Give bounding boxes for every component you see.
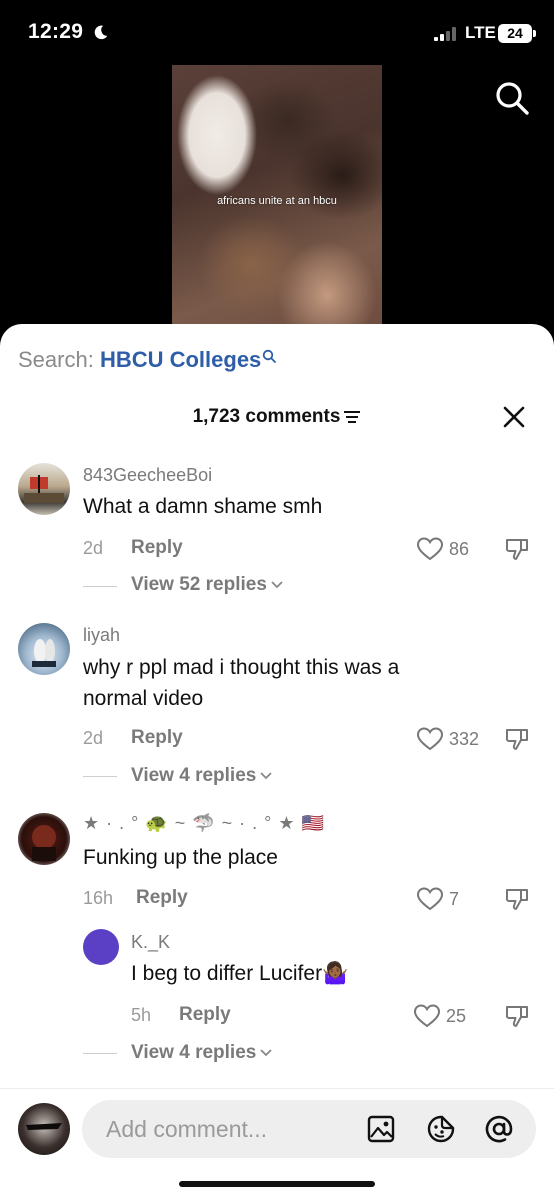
reply-button[interactable]: Reply: [131, 537, 183, 559]
heart-icon[interactable]: [417, 537, 443, 561]
reply-avatar[interactable]: [83, 929, 119, 965]
divider: [0, 1088, 554, 1089]
heart-icon[interactable]: [417, 727, 443, 751]
dislike-icon[interactable]: [504, 536, 530, 562]
reply-age: 5h: [131, 1005, 152, 1025]
status-bar: 12:29 LTE 24: [0, 0, 554, 64]
video-caption: africans unite at an hbcu: [217, 195, 337, 207]
comment-text-line-1: why r ppl mad i thought this was a: [83, 656, 400, 679]
heart-icon[interactable]: [414, 1004, 440, 1028]
signal-icon: [434, 27, 456, 41]
comment-text: Funking up the place: [83, 846, 278, 869]
comment-text: What a damn shame smh: [83, 495, 323, 518]
search-icon[interactable]: [494, 80, 530, 116]
comment-age: 2d: [83, 538, 104, 558]
chevron-down-icon: [260, 772, 272, 780]
reply-text: I beg to differ Lucifer🤷🏾‍♀️: [131, 962, 349, 985]
divider: [83, 1053, 117, 1054]
chevron-down-icon: [260, 1049, 272, 1057]
comment-age: 2d: [83, 728, 104, 748]
dislike-icon[interactable]: [504, 1003, 530, 1029]
comment-text-line-2: normal video: [83, 687, 204, 710]
view-replies-button[interactable]: View 4 replies: [131, 765, 272, 787]
view-replies-label: View 4 replies: [131, 1042, 257, 1063]
heart-icon[interactable]: [417, 887, 443, 911]
comment-username[interactable]: ★ · . ° 🐢 ~ 🦈 ~ · . ° ★ 🇺🇸: [83, 813, 325, 834]
reply-button[interactable]: Reply: [131, 727, 183, 749]
comment-input-placeholder: Add comment...: [106, 1116, 268, 1142]
avatar[interactable]: [18, 463, 70, 515]
status-time: 12:29: [28, 20, 84, 43]
comment-age: 16h: [83, 888, 114, 908]
divider: [83, 776, 117, 777]
filter-icon[interactable]: [343, 410, 361, 424]
chevron-down-icon: [271, 581, 283, 589]
view-replies-button[interactable]: View 52 replies: [131, 574, 283, 596]
network-label: LTE: [465, 23, 496, 42]
like-count: 25: [446, 1006, 467, 1026]
sticker-icon[interactable]: [426, 1114, 456, 1144]
comment-username[interactable]: 843GeecheeBoi: [83, 465, 212, 486]
view-replies-label: View 52 replies: [131, 574, 267, 595]
reply-username[interactable]: K._K: [131, 932, 170, 953]
like-count: 332: [449, 729, 480, 749]
my-avatar[interactable]: [18, 1103, 70, 1155]
image-icon[interactable]: [366, 1114, 396, 1144]
comment-input[interactable]: Add comment...: [82, 1100, 536, 1158]
home-indicator: [179, 1181, 375, 1187]
battery-tip: [533, 30, 536, 37]
close-icon[interactable]: [502, 405, 526, 429]
reply-button[interactable]: Reply: [179, 1004, 231, 1026]
view-replies-button[interactable]: View 4 replies: [131, 1042, 272, 1064]
dislike-icon[interactable]: [504, 886, 530, 912]
video-player[interactable]: africans unite at an hbcu: [172, 65, 382, 327]
comment-username[interactable]: liyah: [83, 625, 120, 646]
like-count: 7: [449, 889, 460, 909]
search-term[interactable]: HBCU Colleges: [100, 347, 261, 372]
divider: [83, 586, 117, 587]
comments-count-header[interactable]: 1,723 comments: [0, 406, 554, 428]
avatar[interactable]: [18, 623, 70, 675]
comments-count: 1,723 comments: [192, 406, 341, 427]
reply-button[interactable]: Reply: [136, 887, 188, 909]
battery-indicator: 24: [498, 24, 532, 43]
like-count: 86: [449, 539, 470, 559]
related-search[interactable]: Search: HBCU Colleges: [18, 347, 277, 373]
dislike-icon[interactable]: [504, 726, 530, 752]
search-label: Search:: [18, 347, 100, 372]
moon-icon: [94, 25, 108, 40]
search-icon: [263, 349, 277, 363]
at-icon[interactable]: [484, 1114, 514, 1144]
comments-sheet: Search: HBCU Colleges 1,723 comments 843…: [0, 324, 554, 1200]
view-replies-label: View 4 replies: [131, 765, 257, 786]
avatar[interactable]: [18, 813, 70, 865]
